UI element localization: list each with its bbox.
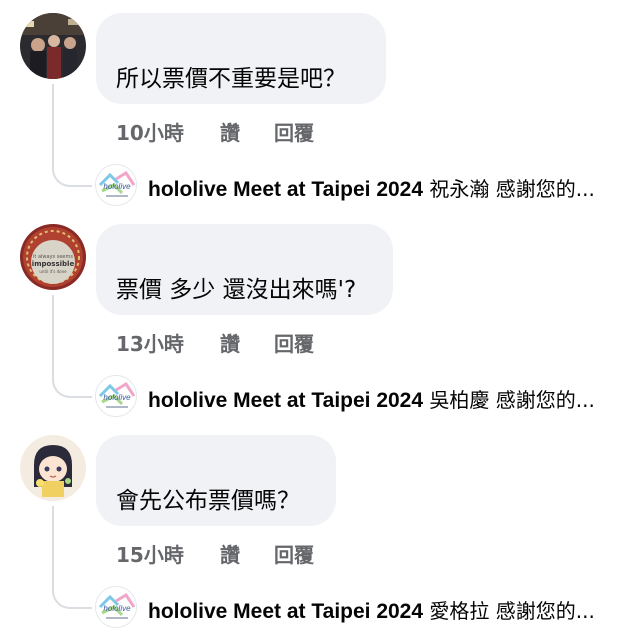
- comment-text: 票價 多少 還沒出來嗎'?: [116, 277, 357, 303]
- comment-bubble: 票價 多少 還沒出來嗎'?: [96, 224, 393, 315]
- reply-author-name[interactable]: hololive Meet at Taipei 2024: [148, 178, 423, 201]
- like-button[interactable]: 讚: [220, 539, 240, 568]
- comment-bubble: 會先公布票價嗎？: [96, 435, 336, 526]
- comment-timestamp[interactable]: 13小時: [116, 328, 184, 357]
- hololive-logo-icon: hololive: [96, 376, 136, 416]
- user-avatar[interactable]: [20, 435, 86, 501]
- like-button[interactable]: 讚: [220, 328, 240, 357]
- reply-preview[interactable]: hololive Meet at Taipei 2024 愛格拉 感謝您的...: [148, 595, 618, 624]
- comment-thread: 會先公布票價嗎？ 15小時 讚 回覆 hololive hololive Mee…: [0, 422, 636, 633]
- reply-button[interactable]: 回覆: [274, 539, 314, 568]
- reply-connector-line: [52, 295, 92, 398]
- svg-text:hololive: hololive: [103, 182, 131, 191]
- comment-bubble: 所以票價不重要是吧？: [96, 13, 386, 104]
- impossible-badge-avatar-icon: it always seems impossible until it's do…: [20, 224, 86, 290]
- reply-preview-text: 吳柏慶 感謝您的...: [429, 388, 595, 412]
- page-avatar[interactable]: hololive: [95, 586, 137, 628]
- svg-text:until it's done: until it's done: [39, 269, 67, 274]
- page-avatar[interactable]: hololive: [95, 164, 137, 206]
- comment-timestamp[interactable]: 15小時: [116, 539, 184, 568]
- comment-text: 會先公布票價嗎？: [116, 488, 300, 514]
- user-avatar[interactable]: it always seems impossible until it's do…: [20, 224, 86, 290]
- comment-text: 所以票價不重要是吧？: [116, 66, 346, 92]
- reply-button[interactable]: 回覆: [274, 117, 314, 146]
- svg-text:hololive: hololive: [103, 393, 131, 402]
- reply-author-name[interactable]: hololive Meet at Taipei 2024: [148, 389, 423, 412]
- svg-text:hololive: hololive: [103, 604, 131, 613]
- reply-preview[interactable]: hololive Meet at Taipei 2024 祝永瀚 感謝您的...: [148, 173, 618, 202]
- reply-author-name[interactable]: hololive Meet at Taipei 2024: [148, 600, 423, 623]
- reply-preview-text: 祝永瀚 感謝您的...: [429, 177, 595, 201]
- page-avatar[interactable]: hololive: [95, 375, 137, 417]
- anime-character-avatar-icon: [20, 435, 86, 501]
- hololive-logo-icon: hololive: [96, 165, 136, 205]
- reply-preview[interactable]: hololive Meet at Taipei 2024 吳柏慶 感謝您的...: [148, 384, 618, 413]
- reply-connector-line: [52, 84, 92, 187]
- comment-thread: 所以票價不重要是吧？ 10小時 讚 回覆 hololive hololive M…: [0, 0, 636, 211]
- reply-preview-text: 愛格拉 感謝您的...: [429, 599, 595, 623]
- reply-connector-line: [52, 506, 92, 609]
- svg-text:impossible: impossible: [32, 260, 75, 268]
- like-button[interactable]: 讚: [220, 117, 240, 146]
- reply-button[interactable]: 回覆: [274, 328, 314, 357]
- hololive-logo-icon: hololive: [96, 587, 136, 627]
- comment-timestamp[interactable]: 10小時: [116, 117, 184, 146]
- user-avatar[interactable]: [20, 13, 86, 79]
- user-photo-avatar-icon: [20, 13, 86, 79]
- comment-thread: it always seems impossible until it's do…: [0, 211, 636, 422]
